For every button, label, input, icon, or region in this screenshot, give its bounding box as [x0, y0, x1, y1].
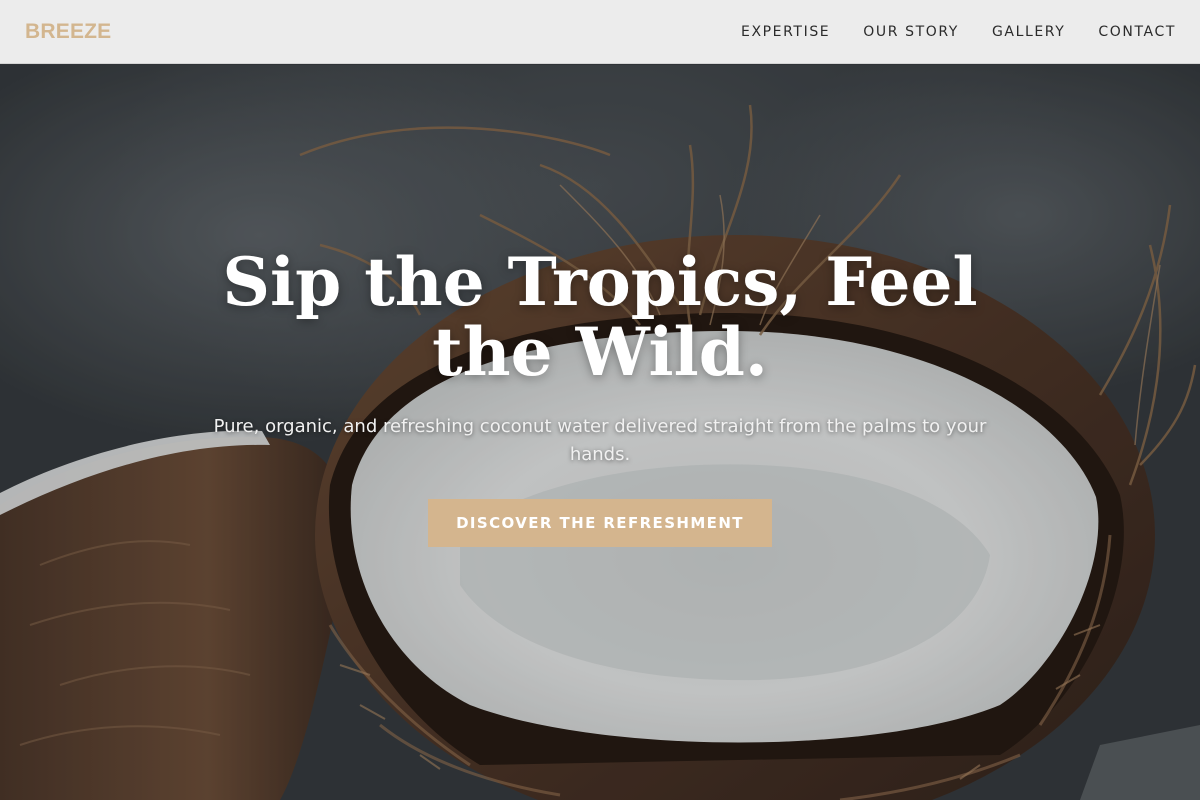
hero-section: Sip the Tropics, Feel the Wild. Pure, or…: [0, 65, 1200, 800]
discover-refreshment-button[interactable]: DISCOVER THE REFRESHMENT: [428, 499, 772, 547]
nav-link-contact[interactable]: CONTACT: [1098, 24, 1176, 40]
nav-link-our-story[interactable]: OUR STORY: [863, 24, 959, 40]
main-nav: EXPERTISE OUR STORY GALLERY CONTACT: [708, 24, 1176, 40]
hero-title: Sip the Tropics, Feel the Wild.: [222, 243, 978, 391]
brand-logo[interactable]: BREEZE: [25, 20, 111, 44]
nav-link-expertise[interactable]: EXPERTISE: [741, 24, 830, 40]
hero-subtitle: Pure, organic, and refreshing coconut wa…: [213, 416, 987, 465]
hero-content: Sip the Tropics, Feel the Wild. Pure, or…: [0, 247, 1200, 547]
site-header: BREEZE EXPERTISE OUR STORY GALLERY CONTA…: [0, 0, 1200, 64]
nav-link-gallery[interactable]: GALLERY: [992, 24, 1065, 40]
